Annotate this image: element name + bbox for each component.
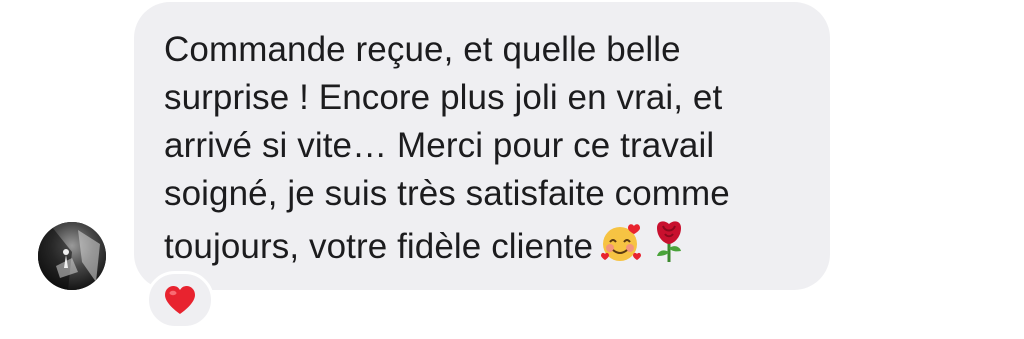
message-thread: Commande reçue, et quelle belle surprise…	[0, 0, 1024, 339]
heart-reaction-badge[interactable]	[146, 271, 214, 329]
message-bubble[interactable]: Commande reçue, et quelle belle surprise…	[134, 2, 830, 290]
red-heart-icon	[165, 286, 195, 314]
smiling-face-with-hearts-icon	[599, 222, 645, 277]
sender-avatar[interactable]	[38, 222, 106, 290]
rose-icon	[651, 218, 687, 277]
profile-photo-icon	[38, 222, 106, 290]
message-text: Commande reçue, et quelle belle surprise…	[164, 26, 814, 277]
